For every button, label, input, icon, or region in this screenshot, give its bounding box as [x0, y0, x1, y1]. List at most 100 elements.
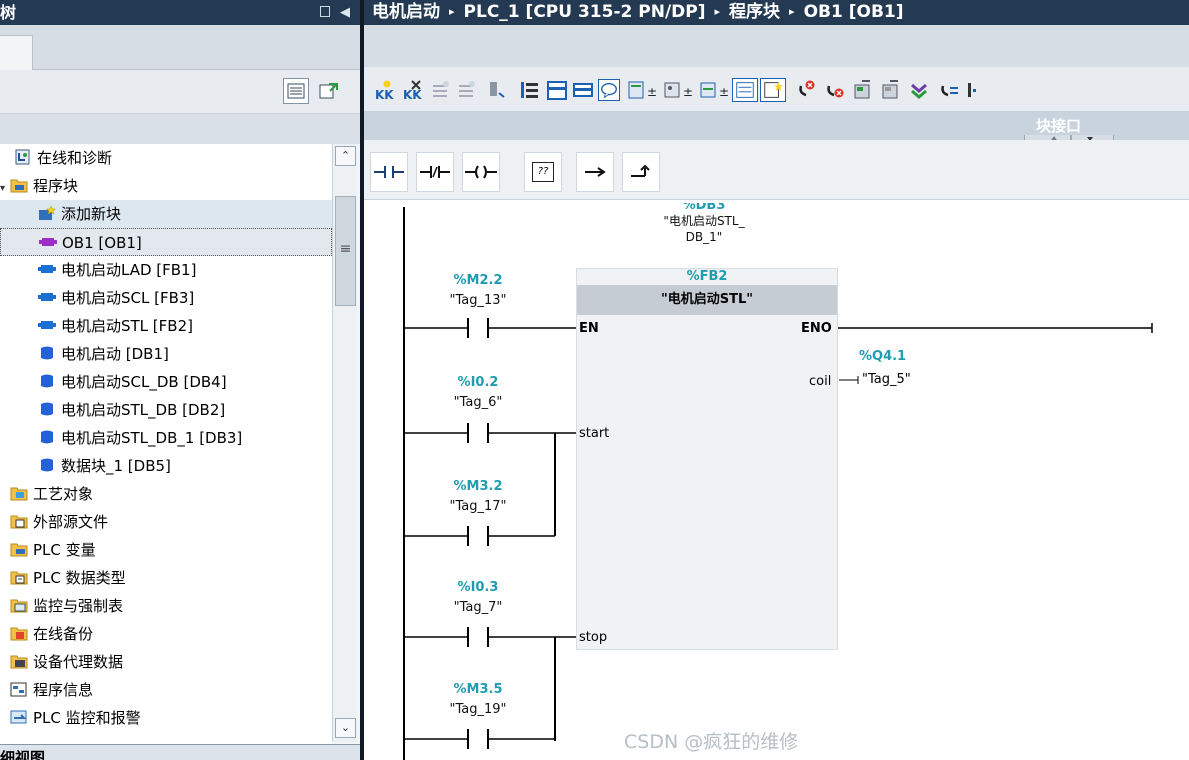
- online-backup-icon: [10, 627, 28, 641]
- open-all-networks-icon[interactable]: [546, 79, 568, 101]
- tree-item-db4[interactable]: 电机启动SCL_DB [DB4]: [0, 368, 332, 396]
- tree-item-plc-alarms[interactable]: PLC 监控和报警: [0, 704, 332, 732]
- program-editor: 电机启动 ▸ PLC_1 [CPU 315-2 PN/DP] ▸ 程序块 ▸ OB1 [OB…: [364, 0, 1189, 760]
- previous-error-icon[interactable]: [796, 79, 818, 101]
- open-branch-button[interactable]: [576, 152, 614, 192]
- tree-item-label: 电机启动LAD [FB1]: [61, 261, 197, 279]
- add-row-icon[interactable]: [456, 79, 478, 101]
- close-all-networks-icon[interactable]: [572, 79, 594, 101]
- absolute-symbolic-operands-icon[interactable]: ±: [626, 79, 660, 101]
- align-left-icon[interactable]: [519, 79, 541, 101]
- coil-output-tag[interactable]: "Tag_5": [862, 372, 911, 388]
- project-tree: 在线和诊断 ▾ 程序块 添加新块 OB1 [OB1] 电机启动LAD [FB1] …: [0, 144, 332, 744]
- contact-operand[interactable]: %M2.2 "Tag_13": [438, 273, 518, 309]
- tree-item-db5[interactable]: 数据块_1 [DB5]: [0, 452, 332, 480]
- ladder-network-canvas[interactable]: %DB3 "电机启动STL_ DB_1" %FB2 "电机启动STL" EN E…: [364, 201, 1189, 760]
- empty-box-button[interactable]: ??: [524, 152, 562, 192]
- project-tree-panel: 树 ◀ 在线和诊断 ▾ 程序块 添加新块 OB1 [OB1] 电机启动LAD [F…: [0, 0, 360, 760]
- monitor-off-icon[interactable]: [880, 79, 902, 101]
- tree-item-program-info[interactable]: 程序信息: [0, 676, 332, 704]
- details-view-header[interactable]: 细视图: [0, 744, 360, 760]
- favorites-icon[interactable]: [760, 78, 786, 102]
- sync-button[interactable]: [316, 78, 342, 104]
- tree-item-db2[interactable]: 电机启动STL_DB [DB2]: [0, 396, 332, 424]
- plc-alarms-icon: [10, 710, 27, 724]
- scroll-up-button[interactable]: ⌃: [335, 146, 356, 166]
- contact-operand[interactable]: %I0.3 "Tag_7": [438, 580, 518, 616]
- tree-item-plc-datatypes[interactable]: PLC 数据类型: [0, 564, 332, 592]
- list-view-icon: [287, 83, 305, 99]
- close-branch-button[interactable]: [622, 152, 660, 192]
- delete-row-icon[interactable]: [486, 79, 508, 101]
- no-contact-button[interactable]: [370, 152, 408, 192]
- tree-item-db1[interactable]: 电机启动 [DB1]: [0, 340, 332, 368]
- contact-address: %M3.2: [453, 479, 503, 494]
- breadcrumb-program-blocks[interactable]: 程序块: [729, 2, 780, 22]
- call-hierarchy-icon[interactable]: [938, 79, 960, 101]
- tree-item-label: 电机启动STL_DB [DB2]: [61, 401, 226, 419]
- monitor-on-icon[interactable]: [852, 79, 874, 101]
- tree-item-online-diagnostics[interactable]: 在线和诊断: [0, 144, 332, 172]
- contact-operand[interactable]: %I0.2 "Tag_6": [438, 375, 518, 411]
- instance-db-label[interactable]: %DB3 "电机启动STL_ DB_1": [619, 203, 789, 245]
- collapse-arrow-icon[interactable]: ◀: [340, 5, 350, 20]
- breadcrumb-ob1[interactable]: OB1 [OB1]: [804, 2, 904, 22]
- tree-item-watch-tables[interactable]: 监控与强制表: [0, 592, 332, 620]
- contact-address: %M3.5: [453, 682, 503, 697]
- network-overview-icon[interactable]: [732, 78, 758, 102]
- tree-item-technology-objects[interactable]: 工艺对象: [0, 480, 332, 508]
- close-branch-icon: [631, 164, 650, 177]
- tag-information-icon[interactable]: ±: [662, 79, 696, 101]
- tree-item-label: 外部源文件: [33, 513, 109, 531]
- nc-contact-button[interactable]: [416, 152, 454, 192]
- breadcrumb-project[interactable]: 电机启动: [372, 2, 440, 22]
- svg-text:±: ±: [719, 85, 729, 99]
- breadcrumb-plc[interactable]: PLC_1 [CPU 315-2 PN/DP]: [464, 2, 706, 22]
- tree-item-plc-tags[interactable]: PLC 变量: [0, 536, 332, 564]
- instance-db-name-line1: "电机启动STL_: [663, 214, 745, 228]
- block-interface-bar[interactable]: 块接口: [364, 112, 1189, 143]
- more-tools-icon[interactable]: [966, 79, 978, 101]
- tree-item-device-proxy[interactable]: 设备代理数据: [0, 648, 332, 676]
- insert-row-icon[interactable]: [430, 79, 452, 101]
- next-error-icon[interactable]: [824, 79, 846, 101]
- insert-network-icon[interactable]: KK: [374, 79, 396, 101]
- overview-operands-icon[interactable]: ±: [698, 79, 732, 101]
- project-tree-scrollbar[interactable]: ⌃ ≡ ⌄: [332, 144, 357, 742]
- tree-item-fb2[interactable]: 电机启动STL [FB2]: [0, 312, 332, 340]
- contact-operand[interactable]: %M3.5 "Tag_19": [438, 682, 518, 718]
- tree-item-add-new-block[interactable]: 添加新块: [0, 200, 332, 228]
- coil-output-operand[interactable]: %Q4.1: [859, 349, 909, 365]
- tree-item-online-backup[interactable]: 在线备份: [0, 620, 332, 648]
- scrollbar-thumb[interactable]: ≡: [335, 196, 356, 306]
- overview-view-button[interactable]: [283, 78, 309, 104]
- tree-item-program-blocks[interactable]: ▾ 程序块: [0, 172, 332, 200]
- program-blocks-folder-icon: [10, 179, 28, 193]
- load-icon[interactable]: [908, 79, 930, 101]
- devices-tab[interactable]: [0, 35, 33, 71]
- delete-network-icon[interactable]: KK: [402, 79, 424, 101]
- external-source-icon: [10, 515, 28, 529]
- expand-arrow-icon[interactable]: ▾: [0, 175, 10, 203]
- tree-item-external-sources[interactable]: 外部源文件: [0, 508, 332, 536]
- fb-name: "电机启动STL": [660, 292, 754, 307]
- tree-item-fb3[interactable]: 电机启动SCL [FB3]: [0, 284, 332, 312]
- contact-tag: "Tag_6": [453, 395, 503, 410]
- scroll-down-button[interactable]: ⌄: [335, 718, 356, 738]
- function-block-box[interactable]: %FB2 "电机启动STL" EN ENO coil start stop: [576, 268, 838, 650]
- fb-block-icon: [38, 321, 56, 329]
- contact-address: %M2.2: [453, 273, 503, 288]
- instance-db-name-line2: DB_1": [685, 230, 723, 244]
- tree-item-fb1[interactable]: 电机启动LAD [FB1]: [0, 256, 332, 284]
- breadcrumb-separator-icon: ▸: [789, 5, 795, 18]
- tree-item-label: 程序信息: [33, 681, 94, 699]
- collapse-panel-icon[interactable]: ◀: [320, 0, 350, 25]
- tree-item-ob1[interactable]: OB1 [OB1]: [0, 228, 332, 256]
- add-new-block-icon: [39, 205, 56, 220]
- coil-button[interactable]: [462, 152, 500, 192]
- normally-closed-contact-icon: [420, 166, 450, 178]
- pin-start: start: [579, 426, 610, 441]
- tree-item-db3[interactable]: 电机启动STL_DB_1 [DB3]: [0, 424, 332, 452]
- contact-operand[interactable]: %M3.2 "Tag_17": [438, 479, 518, 515]
- comments-icon[interactable]: [598, 79, 620, 101]
